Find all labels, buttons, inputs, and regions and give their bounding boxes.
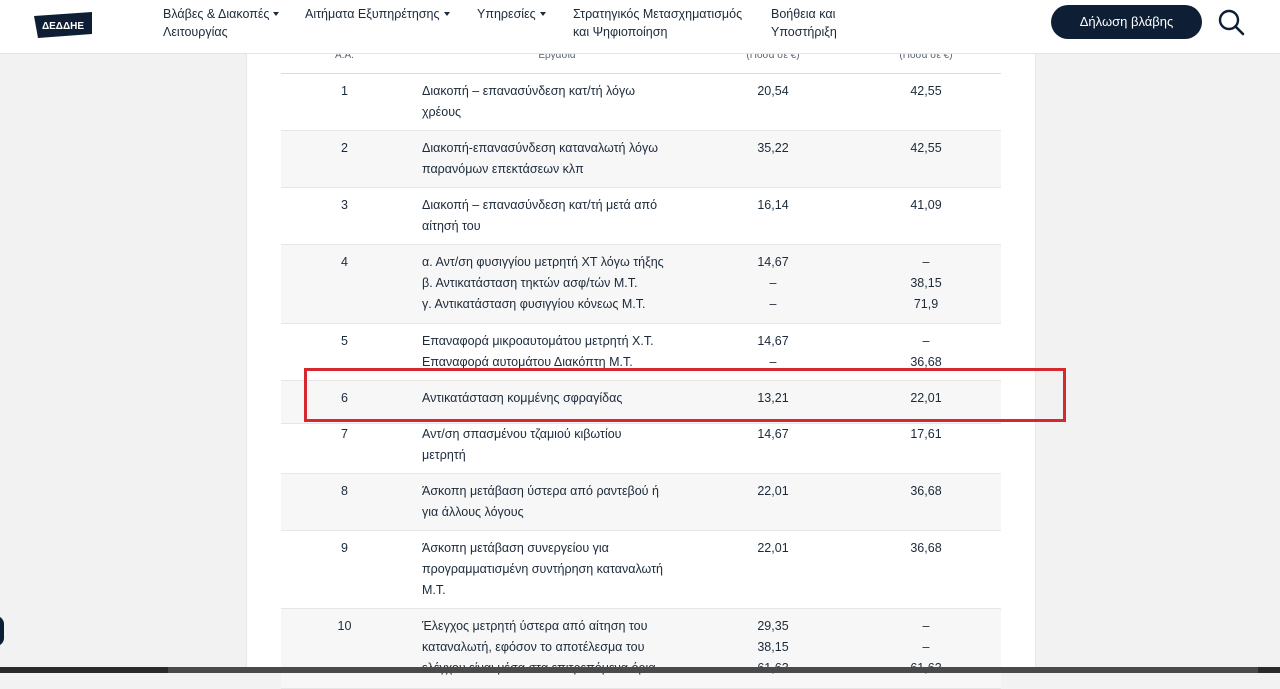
row-task: Διακοπή-επανασύνδεση καταναλωτή λόγω παρα… (422, 141, 658, 176)
row-price2: 36,68 (910, 541, 942, 555)
row-price2: 41,09 (910, 198, 942, 212)
nav-strategic-line2: και Ψηφιοποίηση (573, 25, 668, 39)
report-fault-button[interactable]: Δήλωση βλάβης (1051, 5, 1202, 39)
row-price1: 14,67– – (757, 255, 789, 311)
row-number: 4 (341, 255, 348, 269)
row-price1: 14,67 (757, 427, 789, 441)
nav-help-line1: Βοήθεια και (771, 7, 836, 21)
table-row: 10 Έλεγχος μετρητή ύστερα από αίτηση του… (281, 609, 1001, 689)
accessibility-button[interactable] (0, 616, 4, 646)
row-task: Επαναφορά μικροαυτομάτου μετρητή Χ.Τ. Επα… (422, 334, 654, 369)
nav-services-label: Υπηρεσίες (477, 7, 536, 21)
search-icon[interactable] (1217, 8, 1245, 36)
nav-service-requests-label: Αιτήματα Εξυπηρέτησης (305, 7, 440, 21)
row-number: 9 (341, 541, 348, 555)
table-row-highlighted: 6 Αντικατάσταση κομμένης σφραγίδας 13,21… (281, 381, 1001, 424)
row-price2: 36,68 (910, 484, 942, 498)
row-price1: 14,67– (757, 334, 789, 369)
table-row: 7 Αντ/ση σπασμένου τζαμιού κιβωτίου μετρη… (281, 424, 1001, 474)
fees-table: Α.Α. Εργασία (Ποσά σε €) (Ποσά σε €) 1 Δ… (281, 50, 1001, 689)
row-task: Άσκοπη μετάβαση ύστερα από ραντεβού ή για… (422, 484, 659, 519)
nav-faults-line1: Βλάβες & Διακοπές (163, 7, 270, 21)
row-price2: 22,01 (910, 391, 942, 405)
nav-strategic-transformation[interactable]: Στρατηγικός Μετασχηματισμός και Ψηφιοποί… (573, 5, 742, 41)
table-row: 4 α. Αντ/ση φυσιγγίου μετρητή ΧΤ λόγω τή… (281, 245, 1001, 324)
row-number: 6 (341, 391, 348, 405)
row-price1: 35,22 (757, 141, 789, 155)
table-row: 8 Άσκοπη μετάβαση ύστερα από ραντεβού ήγ… (281, 474, 1001, 531)
row-price2: –36,68 (910, 334, 942, 369)
row-task: Αντικατάσταση κομμένης σφραγίδας (422, 391, 623, 405)
table-row: 9 Άσκοπη μετάβαση συνεργείου για προγραμμ… (281, 531, 1001, 609)
logo-mark: ΔΕΔΔΗΕ (34, 12, 92, 38)
chevron-down-icon (273, 12, 280, 16)
row-price1: 13,21 (757, 391, 789, 405)
table-row: 5 Επαναφορά μικροαυτομάτου μετρητή Χ.Τ. Ε… (281, 324, 1001, 381)
row-number: 10 (337, 619, 352, 633)
site-header: ΔΕΔΔΗΕ Βλάβες & Διακοπές Λειτουργίας Αιτ… (0, 0, 1280, 54)
row-number: 5 (341, 334, 348, 348)
table-row: 1 Διακοπή – επανασύνδεση κατ/τή λόγω χρέο… (281, 74, 1001, 131)
chevron-down-icon (539, 12, 546, 16)
table-header-row: Α.Α. Εργασία (Ποσά σε €) (Ποσά σε €) (281, 50, 1001, 74)
row-price1: 16,14 (757, 198, 789, 212)
row-task: Αντ/ση σπασμένου τζαμιού κιβωτίου μετρητή (422, 427, 622, 462)
row-price2: –38,15 71,9 (910, 255, 942, 311)
row-number: 7 (341, 427, 348, 441)
row-price1: 20,54 (757, 84, 789, 98)
table-row: 3 Διακοπή – επανασύνδεση κατ/τή μετά από… (281, 188, 1001, 245)
row-number: 1 (341, 84, 348, 98)
nav-help-support[interactable]: Βοήθεια και Υποστήριξη (771, 5, 837, 41)
logo[interactable]: ΔΕΔΔΗΕ (32, 12, 94, 38)
chevron-down-icon (443, 12, 450, 16)
row-price2: 42,55 (910, 141, 942, 155)
row-number: 8 (341, 484, 348, 498)
row-price1: 22,01 (757, 541, 789, 555)
scrollbar-thumb[interactable] (168, 667, 1258, 673)
row-number: 3 (341, 198, 348, 212)
logo-text: ΔΕΔΔΗΕ (42, 21, 84, 32)
row-task: Άσκοπη μετάβαση συνεργείου για προγραμματ… (422, 541, 663, 597)
row-price2: 17,61 (910, 427, 942, 441)
nav-faults-outages[interactable]: Βλάβες & Διακοπές Λειτουργίας (163, 5, 280, 41)
row-price2: 42,55 (910, 84, 942, 98)
row-task: Διακοπή – επανασύνδεση κατ/τή μετά από αί… (422, 198, 658, 233)
nav-strategic-line1: Στρατηγικός Μετασχηματισμός (573, 7, 743, 21)
row-task: α. Αντ/ση φυσιγγίου μετρητή ΧΤ λόγω τήξη… (422, 255, 664, 311)
horizontal-scrollbar[interactable] (0, 667, 1280, 673)
table-row: 2 Διακοπή-επανασύνδεση καταναλωτή λόγω πα… (281, 131, 1001, 188)
row-task: Διακοπή – επανασύνδεση κατ/τή λόγω χρέους (422, 84, 636, 119)
nav-faults-line2: Λειτουργίας (163, 25, 228, 39)
row-price1: 22,01 (757, 484, 789, 498)
nav-help-line2: Υποστήριξη (771, 25, 837, 39)
nav-service-requests[interactable]: Αιτήματα Εξυπηρέτησης (305, 5, 450, 23)
row-number: 2 (341, 141, 348, 155)
nav-services[interactable]: Υπηρεσίες (477, 5, 546, 23)
